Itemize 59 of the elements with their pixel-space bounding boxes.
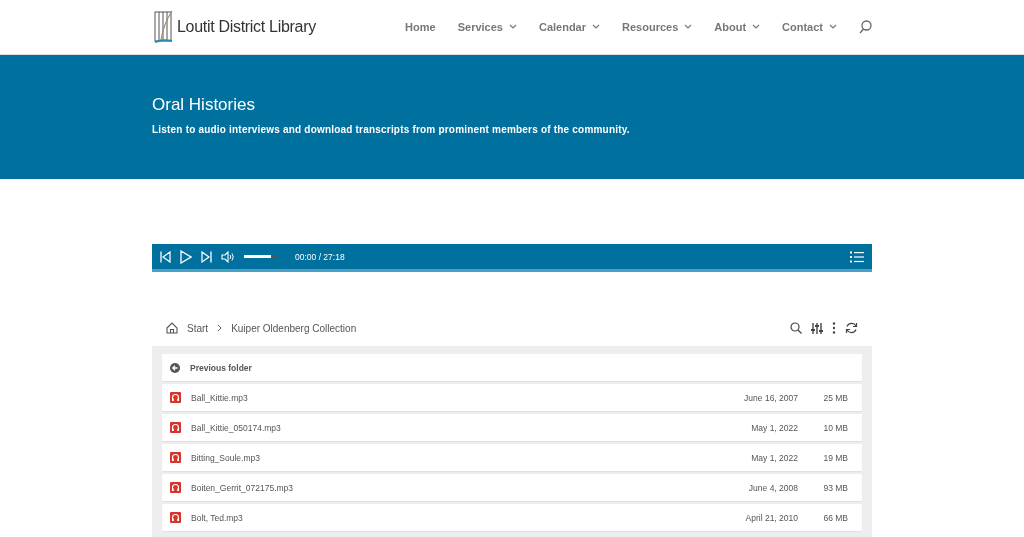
file-name: Bitting_Soule.mp3 bbox=[191, 452, 260, 463]
breadcrumb-link[interactable]: Start bbox=[187, 322, 209, 334]
next-icon[interactable] bbox=[201, 250, 212, 263]
refresh-icon[interactable] bbox=[845, 322, 858, 334]
headphones-icon bbox=[170, 452, 181, 463]
play-icon[interactable] bbox=[180, 249, 192, 264]
previous-icon[interactable] bbox=[160, 250, 171, 263]
file-date: April 21, 2010 bbox=[744, 512, 798, 523]
chevron-icon bbox=[217, 324, 223, 332]
file-size: 10 MB bbox=[822, 422, 848, 433]
nav-link[interactable]: Calendar bbox=[538, 21, 600, 33]
page-title: Oral Histories bbox=[152, 94, 256, 115]
search-icon[interactable] bbox=[790, 322, 802, 334]
headphones-icon bbox=[170, 482, 181, 493]
headphones-icon bbox=[170, 512, 181, 523]
headphones-icon bbox=[170, 392, 181, 403]
sliders-icon[interactable] bbox=[811, 321, 823, 335]
page-subtitle: Listen to audio interviews and download transcripts from prominent members of the community. bbox=[152, 124, 631, 135]
time-display: 00:00 / 27:18 bbox=[295, 251, 345, 262]
file-date: May 1, 2022 bbox=[750, 452, 798, 463]
back-arrow-icon bbox=[170, 362, 180, 373]
volume-slider[interactable] bbox=[244, 255, 278, 258]
breadcrumb-link[interactable]: Kuiper Oldenberg Collection bbox=[231, 322, 357, 334]
file-size: 25 MB bbox=[822, 392, 848, 403]
previous-folder-row[interactable]: Previous folder bbox=[162, 354, 862, 381]
headphones-icon bbox=[170, 422, 181, 433]
nav-link[interactable]: Contact bbox=[782, 21, 837, 33]
chevron-down-icon bbox=[508, 24, 517, 30]
file-size: 66 MB bbox=[822, 512, 848, 523]
file-date: June 16, 2007 bbox=[743, 392, 798, 403]
logo-icon bbox=[154, 10, 174, 44]
file-row[interactable]: Ball_Kittie.mp3 June 16, 2007 25 MB bbox=[162, 384, 862, 411]
file-row[interactable]: Ball_Kittie_050174.mp3 May 1, 2022 10 MB bbox=[162, 414, 862, 441]
search-icon[interactable] bbox=[859, 20, 872, 34]
file-date: May 1, 2022 bbox=[750, 422, 798, 433]
chevron-down-icon bbox=[684, 24, 693, 30]
file-name: Ball_Kittie.mp3 bbox=[191, 392, 248, 403]
volume-icon[interactable] bbox=[221, 250, 235, 263]
file-row[interactable]: Bolt, Ted.mp3 April 21, 2010 66 MB bbox=[162, 504, 862, 531]
nav-link[interactable]: Home bbox=[405, 21, 436, 33]
file-name: Boiten_Gerrit_072175.mp3 bbox=[191, 482, 294, 493]
previous-folder-label: Previous folder bbox=[190, 362, 252, 373]
file-row[interactable]: Bitting_Soule.mp3 May 1, 2022 19 MB bbox=[162, 444, 862, 471]
home-icon[interactable] bbox=[166, 322, 178, 334]
file-name: Ball_Kittie_050174.mp3 bbox=[191, 422, 281, 433]
file-row[interactable]: Boiten_Gerrit_072175.mp3 June 4, 2008 93 MB bbox=[162, 474, 862, 501]
nav-link[interactable]: Resources bbox=[622, 21, 693, 33]
file-size: 19 MB bbox=[822, 452, 848, 463]
chevron-down-icon bbox=[829, 24, 837, 30]
nav-link[interactable]: Services bbox=[457, 21, 517, 33]
playlist-icon[interactable] bbox=[850, 250, 864, 263]
logo-text[interactable]: Loutit District Library bbox=[177, 18, 316, 36]
more-icon[interactable] bbox=[832, 322, 836, 334]
chevron-down-icon bbox=[592, 24, 600, 30]
file-size: 93 MB bbox=[822, 482, 848, 493]
chevron-down-icon bbox=[752, 24, 761, 30]
file-name: Bolt, Ted.mp3 bbox=[191, 512, 243, 523]
file-date: June 4, 2008 bbox=[747, 482, 798, 493]
nav-link[interactable]: About bbox=[714, 21, 761, 33]
